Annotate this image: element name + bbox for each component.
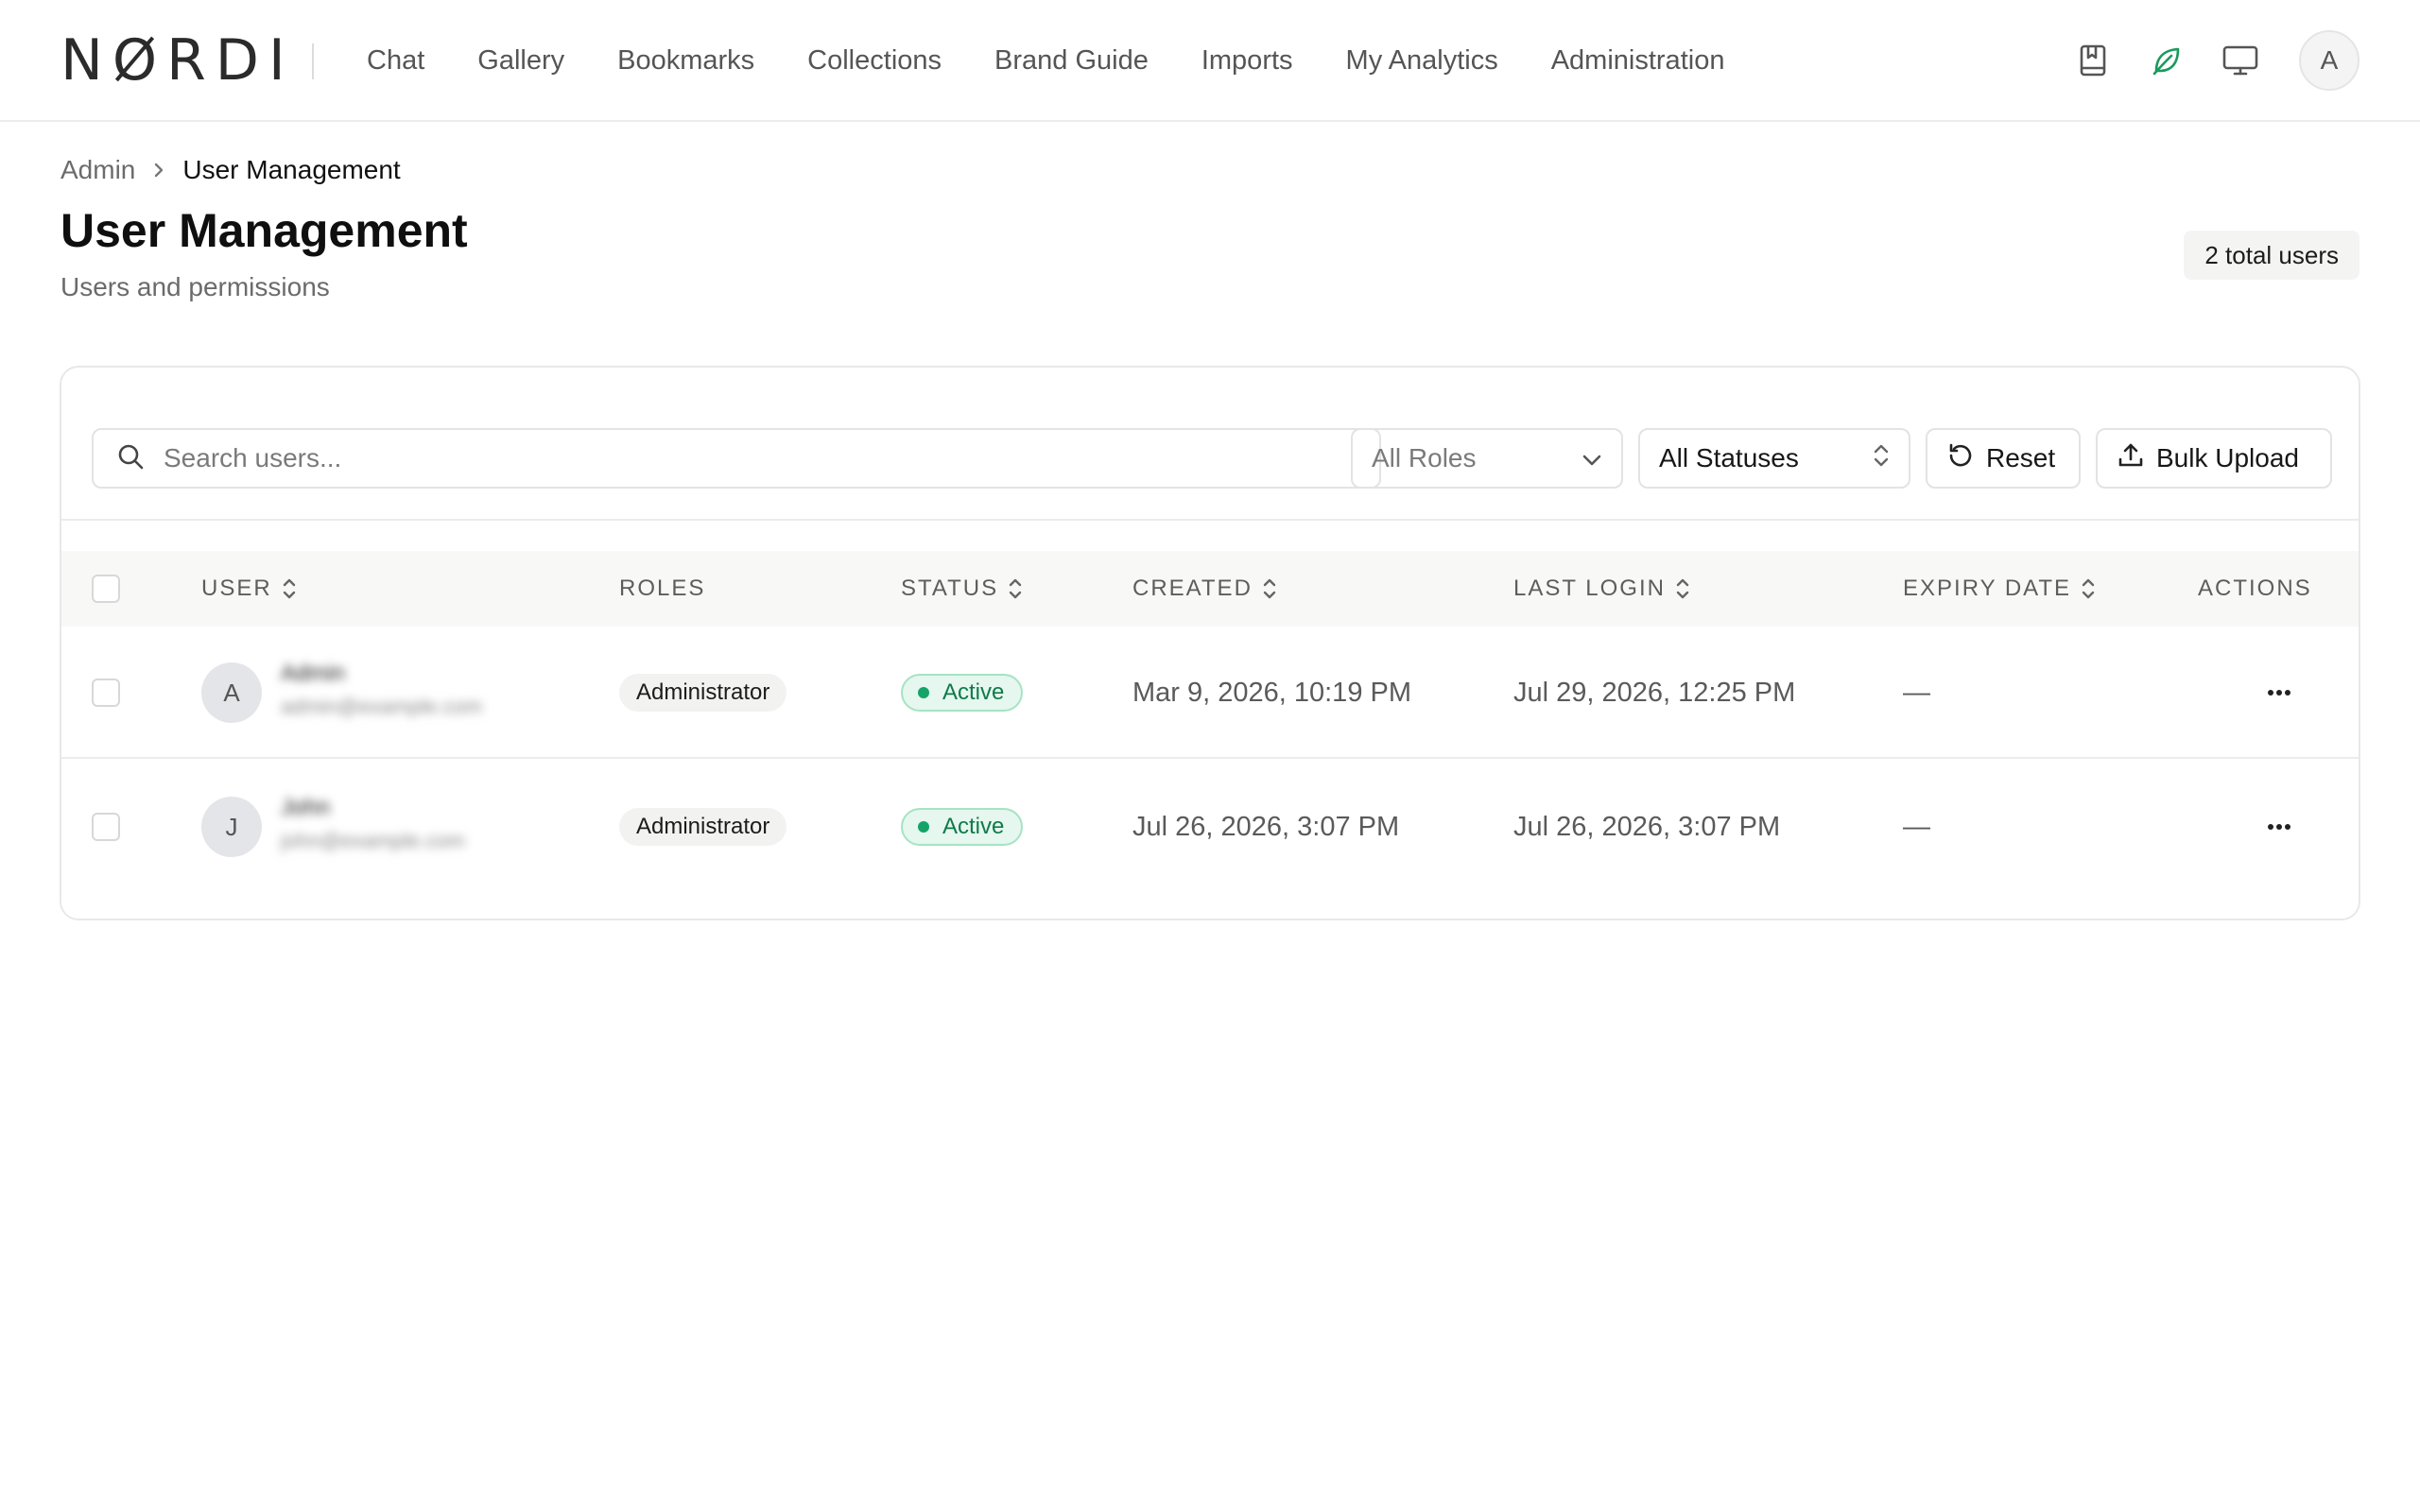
row-actions-button[interactable]	[2256, 804, 2302, 850]
more-horizontal-icon	[2268, 824, 2290, 830]
created-date: Mar 9, 2026, 10:19 PM	[1132, 678, 1411, 708]
breadcrumb-current: User Management	[182, 155, 401, 184]
sort-icon	[2082, 578, 2095, 599]
chevron-down-icon	[1582, 443, 1602, 473]
user-name-redacted: Admin	[281, 661, 346, 686]
row-checkbox[interactable]	[92, 813, 120, 841]
users-card: All Roles All Statuses Reset Bulk Upload	[60, 366, 2360, 920]
status-dot	[918, 687, 929, 698]
created-date: Jul 26, 2026, 3:07 PM	[1132, 812, 1400, 842]
user-email-redacted: admin@example.com	[281, 695, 483, 718]
total-users-badge: 2 total users	[2184, 231, 2360, 280]
column-header-user-label: USER	[201, 576, 272, 601]
page-subtitle: Users and permissions	[60, 272, 330, 301]
status-dot	[918, 821, 929, 833]
user-avatar: J	[201, 797, 262, 857]
status-label: Active	[942, 679, 1005, 705]
nav-item-imports[interactable]: Imports	[1201, 38, 1293, 83]
sort-icon	[283, 578, 295, 599]
search-input[interactable]	[164, 443, 1298, 473]
status-badge: Active	[901, 674, 1024, 712]
rotate-ccw-icon	[1946, 441, 1986, 476]
user-avatar: A	[201, 662, 262, 723]
status-badge: Active	[901, 808, 1024, 846]
expiry-date: —	[1903, 678, 1930, 708]
column-header-expiry-date-label: EXPIRY DATE	[1903, 576, 2072, 601]
column-header-actions: ACTIONS	[2198, 551, 2312, 627]
column-header-actions-label: ACTIONS	[2198, 576, 2312, 601]
last-login-date: Jul 29, 2026, 12:25 PM	[1513, 678, 1796, 708]
search-box[interactable]	[92, 428, 1381, 489]
more-horizontal-icon	[2268, 690, 2290, 696]
breadcrumb: Admin User Management	[60, 151, 401, 189]
roles-filter-select[interactable]: All Roles	[1351, 428, 1623, 489]
chevron-up-down-icon	[1873, 442, 1890, 475]
page-title: User Management	[60, 204, 468, 257]
expiry-date: —	[1903, 812, 1930, 842]
table-row[interactable]: A Admin admin@example.com Administrator …	[61, 627, 2359, 759]
column-header-created-label: CREATED	[1132, 576, 1253, 601]
column-header-user[interactable]: USER	[201, 551, 297, 627]
nav-item-brand-guide[interactable]: Brand Guide	[994, 38, 1149, 83]
sort-icon	[1263, 578, 1276, 599]
table-row[interactable]: J John john@example.com Administrator Ac…	[61, 761, 2359, 893]
chevron-right-icon	[152, 161, 165, 180]
column-header-last-login-label: LAST LOGIN	[1513, 576, 1666, 601]
column-header-last-login[interactable]: LAST LOGIN	[1513, 551, 1690, 627]
brand-logo[interactable]: NØRDI	[60, 27, 295, 94]
logo-text: NØRDI	[60, 27, 295, 94]
nav-item-chat[interactable]: Chat	[367, 38, 424, 83]
sort-icon	[1009, 578, 1022, 599]
row-actions-button[interactable]	[2256, 670, 2302, 715]
column-header-status[interactable]: STATUS	[901, 551, 1023, 627]
main-nav: Chat Gallery Bookmarks Collections Brand…	[367, 38, 1777, 83]
row-checkbox[interactable]	[92, 679, 120, 707]
nav-item-my-analytics[interactable]: My Analytics	[1346, 38, 1498, 83]
status-filter-value: All Statuses	[1659, 443, 1799, 472]
nav-item-gallery[interactable]: Gallery	[477, 38, 564, 83]
bookmark-book-icon[interactable]	[2072, 40, 2114, 81]
roles-filter-value: All Roles	[1372, 443, 1477, 472]
nav-item-administration[interactable]: Administration	[1551, 38, 1725, 83]
leaf-icon[interactable]	[2146, 40, 2187, 81]
filter-toolbar: All Roles All Statuses Reset Bulk Upload	[61, 368, 2359, 521]
role-badge: Administrator	[619, 808, 787, 846]
status-label: Active	[942, 814, 1005, 839]
user-email-redacted: john@example.com	[281, 829, 465, 852]
column-header-expiry-date[interactable]: EXPIRY DATE	[1903, 551, 2096, 627]
reset-label: Reset	[1986, 443, 2056, 472]
user-avatar-button[interactable]: A	[2299, 30, 2360, 91]
last-login-date: Jul 26, 2026, 3:07 PM	[1513, 812, 1781, 842]
search-icon	[116, 442, 145, 475]
sort-icon	[1676, 578, 1689, 599]
breadcrumb-admin-link[interactable]: Admin	[60, 155, 135, 185]
reset-button[interactable]: Reset	[1926, 428, 2081, 489]
column-header-roles: ROLES	[619, 551, 705, 627]
nav-item-bookmarks[interactable]: Bookmarks	[617, 38, 754, 83]
select-all-checkbox[interactable]	[92, 575, 120, 603]
column-header-created[interactable]: CREATED	[1132, 551, 1277, 627]
monitor-icon[interactable]	[2220, 40, 2261, 81]
status-filter-select[interactable]: All Statuses	[1638, 428, 1910, 489]
logo-divider	[312, 43, 314, 79]
top-navigation-bar: NØRDI Chat Gallery Bookmarks Collections…	[0, 0, 2420, 122]
column-header-status-label: STATUS	[901, 576, 999, 601]
column-header-roles-label: ROLES	[619, 576, 706, 601]
table-header: USER ROLES STATUS CREATED LAST LOGIN EXP…	[61, 551, 2359, 627]
user-name-redacted: John	[281, 795, 331, 820]
bulk-upload-button[interactable]: Bulk Upload	[2096, 428, 2332, 489]
header-actions: A	[2040, 30, 2360, 91]
bulk-upload-label: Bulk Upload	[2156, 443, 2299, 472]
role-badge: Administrator	[619, 674, 787, 712]
upload-icon	[2117, 441, 2156, 476]
nav-item-collections[interactable]: Collections	[807, 38, 942, 83]
